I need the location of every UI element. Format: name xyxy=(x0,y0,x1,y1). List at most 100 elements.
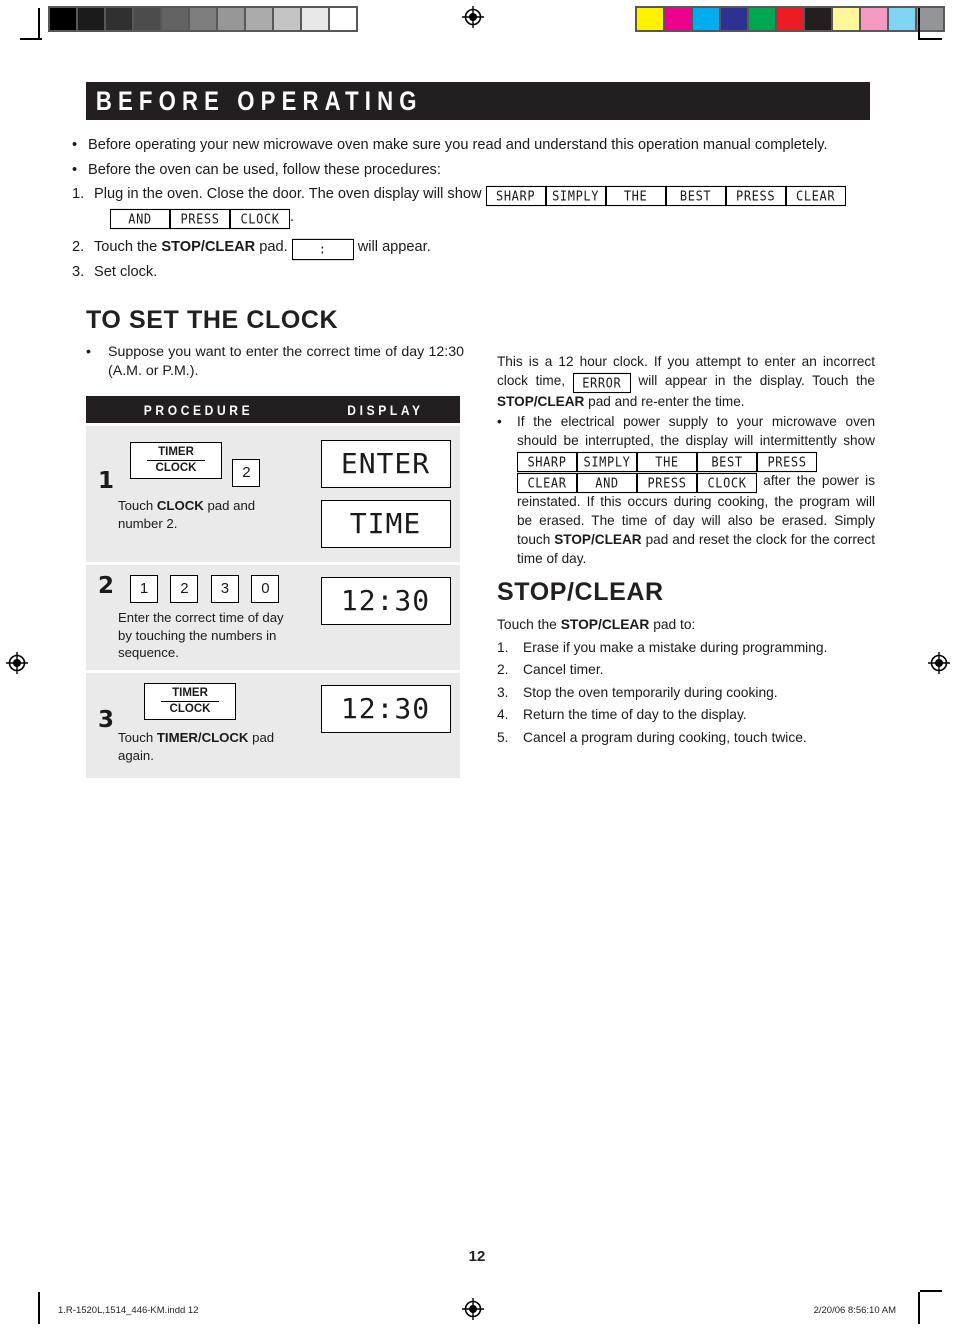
procedure-cell: 2 1 2 3 0 Enter the correct time of day … xyxy=(86,565,311,670)
procedure-description: Touch CLOCK pad and number 2. xyxy=(118,498,256,531)
right-column-notes: This is a 12 hour clock. If you attempt … xyxy=(497,352,875,568)
lcd-display-time: TIME xyxy=(320,500,451,548)
step-number: 3. xyxy=(72,264,85,280)
pad-number-2[interactable]: 2 xyxy=(170,575,199,603)
list-item: 4. Return the time of day to the display… xyxy=(497,704,875,726)
list-item: 5. Cancel a program during cooking, touc… xyxy=(497,727,875,749)
list-number: 3. xyxy=(497,684,509,700)
list-number: 2. xyxy=(497,662,509,678)
lcd-word-simply: SIMPLY xyxy=(577,451,637,473)
stopclear-section-title: STOP/CLEAR xyxy=(497,578,664,606)
clock-section-title: TO SET THE CLOCK xyxy=(86,306,339,334)
intro-step-1: 1. Plug in the oven. Close the door. The … xyxy=(72,183,878,230)
pad-label-clock: CLOCK xyxy=(155,462,197,474)
lcd-word-the: THE xyxy=(637,451,697,473)
desc-bold-clock: CLOCK xyxy=(156,498,204,513)
list-item: 2. Cancel timer. xyxy=(497,659,875,681)
step-number: 1. xyxy=(72,186,85,202)
bullet-icon: • xyxy=(72,162,78,178)
pad-number-3[interactable]: 3 xyxy=(210,575,239,603)
pad-number-2[interactable]: 2 xyxy=(232,459,261,487)
list-text: Cancel a program during cooking, touch t… xyxy=(523,729,807,745)
lcd-word-clear: CLEAR xyxy=(517,472,577,494)
lcd-word-clock: CLOCK xyxy=(230,208,290,230)
twelve-hour-clock-note: This is a 12 hour clock. If you attempt … xyxy=(497,354,875,409)
table-row: 3 TIMER CLOCK Touch TIMER/CLOCK pad agai… xyxy=(86,673,460,778)
step-number: 3 xyxy=(98,707,115,733)
display-cell: ENTER TIME xyxy=(311,426,460,562)
stop-clear-label: STOP/CLEAR xyxy=(554,532,642,547)
lcd-word-sharp: SHARP xyxy=(485,185,546,207)
pad-label-timer: TIMER xyxy=(172,687,208,699)
bullet-icon: • xyxy=(497,414,502,429)
lcd-colon-display: : xyxy=(291,238,354,261)
footer-timestamp: 2/20/06 8:56:10 AM xyxy=(813,1305,896,1316)
table-row: 2 1 2 3 0 Enter the correct time of day … xyxy=(86,565,460,670)
bullet-icon: • xyxy=(86,344,91,360)
bullet-icon: • xyxy=(72,137,78,153)
procedure-table-header: PROCEDURE DISPLAY xyxy=(86,396,460,423)
stop-clear-label: STOP/CLEAR xyxy=(497,394,585,409)
column-header-display: DISPLAY xyxy=(347,401,424,418)
step1-period: . xyxy=(290,209,295,225)
pad-timer-clock[interactable]: TIMER CLOCK xyxy=(144,683,236,720)
lcd-display-enter: ENTER xyxy=(320,440,451,488)
lcd-word-error: ERROR xyxy=(572,372,631,394)
pad-number-1[interactable]: 1 xyxy=(130,575,158,603)
stopclear-list: 1. Erase if you make a mistake during pr… xyxy=(497,637,875,749)
intro-block: • Before operating your new microwave ove… xyxy=(72,133,878,285)
list-text: Cancel timer. xyxy=(523,662,604,678)
pad-timer-clock[interactable]: TIMER CLOCK xyxy=(130,442,222,479)
stop-clear-label: STOP/CLEAR xyxy=(560,617,650,632)
lcd-word-best: BEST xyxy=(665,185,726,207)
footer-filename: 1.R-1520L,1514_446-KM.indd 12 xyxy=(58,1305,199,1316)
list-number: 5. xyxy=(497,729,509,745)
lcd-word-best: BEST xyxy=(697,451,757,473)
pad-label-clock: CLOCK xyxy=(169,703,211,715)
display-cell: 12:30 xyxy=(311,673,460,778)
column-header-procedure: PROCEDURE xyxy=(143,401,254,418)
pad-number-0[interactable]: 0 xyxy=(251,575,280,603)
display-cell: 12:30 xyxy=(311,565,460,670)
intro-step-2: 2. Touch the STOP/CLEAR pad. : will appea… xyxy=(72,235,878,261)
lcd-word-and: AND xyxy=(577,472,637,494)
manual-page: BEFORE OPERATING • Before operating your … xyxy=(0,0,954,1332)
procedure-description: Touch TIMER/CLOCK pad again. xyxy=(118,730,275,763)
pad-label-timer: TIMER xyxy=(158,446,194,458)
lcd-word-clear: CLEAR xyxy=(785,185,846,207)
lcd-word-and: AND xyxy=(110,208,170,230)
step-number: 1 xyxy=(98,468,115,494)
lcd-display-time-1230: 12:30 xyxy=(320,685,451,733)
step-number: 2. xyxy=(72,239,85,255)
desc-bold-timer-clock: TIMER/CLOCK xyxy=(156,730,249,745)
lcd-word-sharp: SHARP xyxy=(517,451,577,473)
page-number: 12 xyxy=(468,1248,486,1265)
stop-clear-label: STOP/CLEAR xyxy=(161,239,256,255)
lcd-word-the: THE xyxy=(605,185,666,207)
lcd-word-press: PRESS xyxy=(757,451,817,473)
intro-bullet-1: • Before operating your new microwave ove… xyxy=(72,133,878,158)
stopclear-intro: Touch the STOP/CLEAR pad to: xyxy=(497,617,696,632)
intro-bullet-2: • Before the oven can be used, follow the… xyxy=(72,158,878,183)
list-number: 1. xyxy=(497,640,509,655)
list-text: Return the time of day to the display. xyxy=(523,707,747,723)
power-interruption-note: • If the electrical power supply to your… xyxy=(497,414,876,566)
lcd-word-press-2: PRESS xyxy=(170,208,230,230)
list-item: 1. Erase if you make a mistake during pr… xyxy=(497,637,875,659)
procedure-table: PROCEDURE DISPLAY 1 TIMER CLOCK 2 Touch … xyxy=(86,396,460,778)
lcd-word-press-2: PRESS xyxy=(637,472,697,494)
lcd-word-simply: SIMPLY xyxy=(545,185,606,207)
clock-suppose-text: • Suppose you want to enter the correct t… xyxy=(86,344,464,379)
procedure-cell: 3 TIMER CLOCK Touch TIMER/CLOCK pad agai… xyxy=(86,673,311,778)
section-banner: BEFORE OPERATING xyxy=(86,82,870,120)
procedure-cell: 1 TIMER CLOCK 2 Touch CLOCK pad and numb… xyxy=(86,426,311,562)
list-text: Stop the oven temporarily during cooking… xyxy=(523,684,778,700)
lcd-word-press: PRESS xyxy=(725,185,786,207)
intro-step-3: 3. Set clock. xyxy=(72,260,878,285)
list-number: 4. xyxy=(497,707,509,723)
procedure-description: Enter the correct time of day by touchin… xyxy=(118,610,284,660)
lcd-display-time-1230: 12:30 xyxy=(320,577,451,625)
table-row: 1 TIMER CLOCK 2 Touch CLOCK pad and numb… xyxy=(86,426,460,562)
banner-title: BEFORE OPERATING xyxy=(95,86,423,116)
list-text: Erase if you make a mistake during progr… xyxy=(523,640,828,655)
